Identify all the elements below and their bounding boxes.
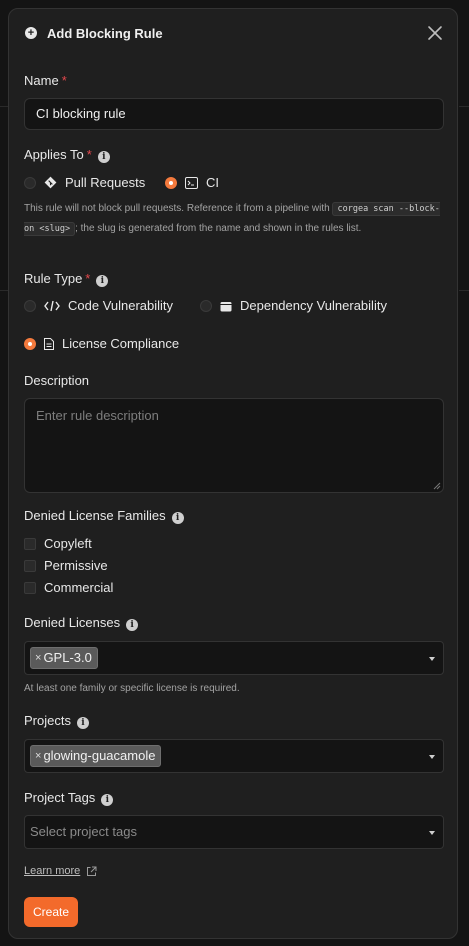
checkbox-label: Copyleft <box>44 536 92 551</box>
package-icon <box>220 300 232 312</box>
modal-title: Add Blocking Rule <box>47 25 163 41</box>
description-label: Description <box>24 373 90 388</box>
radio-label: Dependency Vulnerability <box>240 298 387 313</box>
document-icon <box>44 337 54 350</box>
radio-license-compliance[interactable]: License Compliance <box>24 336 179 351</box>
denied-licenses-label: Denied Licenses i <box>24 615 139 631</box>
tag-label: GPL-3.0 <box>43 650 92 665</box>
tag-label: glowing-guacamole <box>43 748 156 763</box>
info-icon[interactable]: i <box>126 619 139 631</box>
denied-families-label-text: Denied License Families <box>24 508 166 523</box>
radio-label: License Compliance <box>62 336 180 351</box>
radio-code-vulnerability[interactable]: Code Vulnerability <box>24 298 173 313</box>
info-icon[interactable]: i <box>76 717 89 729</box>
radio-dependency-vulnerability[interactable]: Dependency Vulnerability <box>200 298 387 313</box>
required-mark: * <box>86 147 92 162</box>
radio-label: CI <box>206 175 219 190</box>
checkbox-commercial[interactable]: Commercial <box>24 580 113 595</box>
remove-tag-icon[interactable]: × <box>35 746 41 766</box>
helper-text: This rule will not block pull requests. … <box>24 203 333 214</box>
info-icon[interactable]: i <box>96 275 109 287</box>
name-input[interactable]: CI blocking rule <box>24 98 444 130</box>
denied-licenses-select[interactable]: × GPL-3.0 <box>24 641 444 675</box>
denied-licenses-label-text: Denied Licenses <box>24 615 121 630</box>
denied-families-label: Denied License Families i <box>24 508 184 524</box>
projects-label-text: Projects <box>24 713 71 728</box>
radio-button[interactable] <box>200 299 212 312</box>
git-diamond-icon <box>44 176 57 189</box>
helper-text: ; the slug is generated from the name an… <box>75 223 362 234</box>
radio-pull-requests[interactable]: Pull Requests <box>24 175 145 190</box>
modal-header: + Add Blocking Rule <box>9 9 457 57</box>
name-label-text: Name <box>24 73 59 88</box>
rule-type-label: Rule Type * i <box>24 271 109 287</box>
learn-more-link[interactable]: Learn more <box>24 865 97 877</box>
radio-label: Pull Requests <box>65 175 146 190</box>
rule-type-label-text: Rule Type <box>24 271 83 286</box>
radio-button-checked[interactable] <box>165 176 177 189</box>
project-tags-select[interactable]: Select project tags <box>24 815 444 849</box>
project-tags-placeholder: Select project tags <box>30 824 137 839</box>
create-button[interactable]: Create <box>24 897 78 927</box>
background-divider <box>0 290 8 291</box>
checkbox[interactable] <box>24 581 36 594</box>
code-icon <box>44 300 60 312</box>
description-textarea[interactable]: Enter rule description <box>24 398 444 493</box>
required-mark: * <box>85 271 91 286</box>
external-link-icon <box>87 866 97 876</box>
info-icon[interactable]: i <box>101 794 114 806</box>
checkbox-label: Commercial <box>44 580 114 595</box>
required-mark: * <box>61 73 67 88</box>
checkbox-copyleft[interactable]: Copyleft <box>24 536 92 551</box>
chevron-down-icon[interactable] <box>429 657 435 661</box>
radio-button[interactable] <box>24 299 36 312</box>
project-tags-label: Project Tags i <box>24 790 114 806</box>
applies-to-label-text: Applies To <box>24 147 84 162</box>
remove-tag-icon[interactable]: × <box>35 648 41 668</box>
name-label: Name * <box>24 73 67 88</box>
close-icon[interactable] <box>427 25 443 41</box>
background-divider <box>0 106 8 107</box>
checkbox-label: Permissive <box>44 558 108 573</box>
projects-select[interactable]: × glowing-guacamole <box>24 739 444 773</box>
background-divider <box>459 290 469 291</box>
learn-more-text: Learn more <box>24 865 81 877</box>
chevron-down-icon[interactable] <box>429 755 435 759</box>
description-placeholder: Enter rule description <box>36 408 159 423</box>
project-tags-label-text: Project Tags <box>24 790 96 805</box>
checkbox[interactable] <box>24 537 36 550</box>
info-icon[interactable]: i <box>97 151 110 163</box>
radio-ci[interactable]: CI <box>165 175 219 190</box>
checkbox[interactable] <box>24 559 36 572</box>
add-circle-icon: + <box>25 27 37 39</box>
info-icon[interactable]: i <box>171 512 184 524</box>
radio-label: Code Vulnerability <box>68 298 174 313</box>
applies-to-helper: This rule will not block pull requests. … <box>24 199 449 239</box>
checkbox-permissive[interactable]: Permissive <box>24 558 108 573</box>
chevron-down-icon[interactable] <box>429 831 435 835</box>
license-tag: × GPL-3.0 <box>30 647 98 669</box>
applies-to-label: Applies To * i <box>24 147 110 163</box>
denied-licenses-helper: At least one family or specific license … <box>24 683 240 694</box>
resize-handle-icon[interactable] <box>433 482 441 490</box>
radio-button[interactable] <box>24 176 36 189</box>
project-tag: × glowing-guacamole <box>30 745 162 767</box>
radio-button-checked[interactable] <box>24 337 36 350</box>
terminal-icon <box>185 176 198 189</box>
projects-label: Projects i <box>24 713 89 729</box>
background-divider <box>459 106 469 107</box>
add-blocking-rule-modal: + Add Blocking Rule Name * CI blocking ru… <box>8 8 458 939</box>
